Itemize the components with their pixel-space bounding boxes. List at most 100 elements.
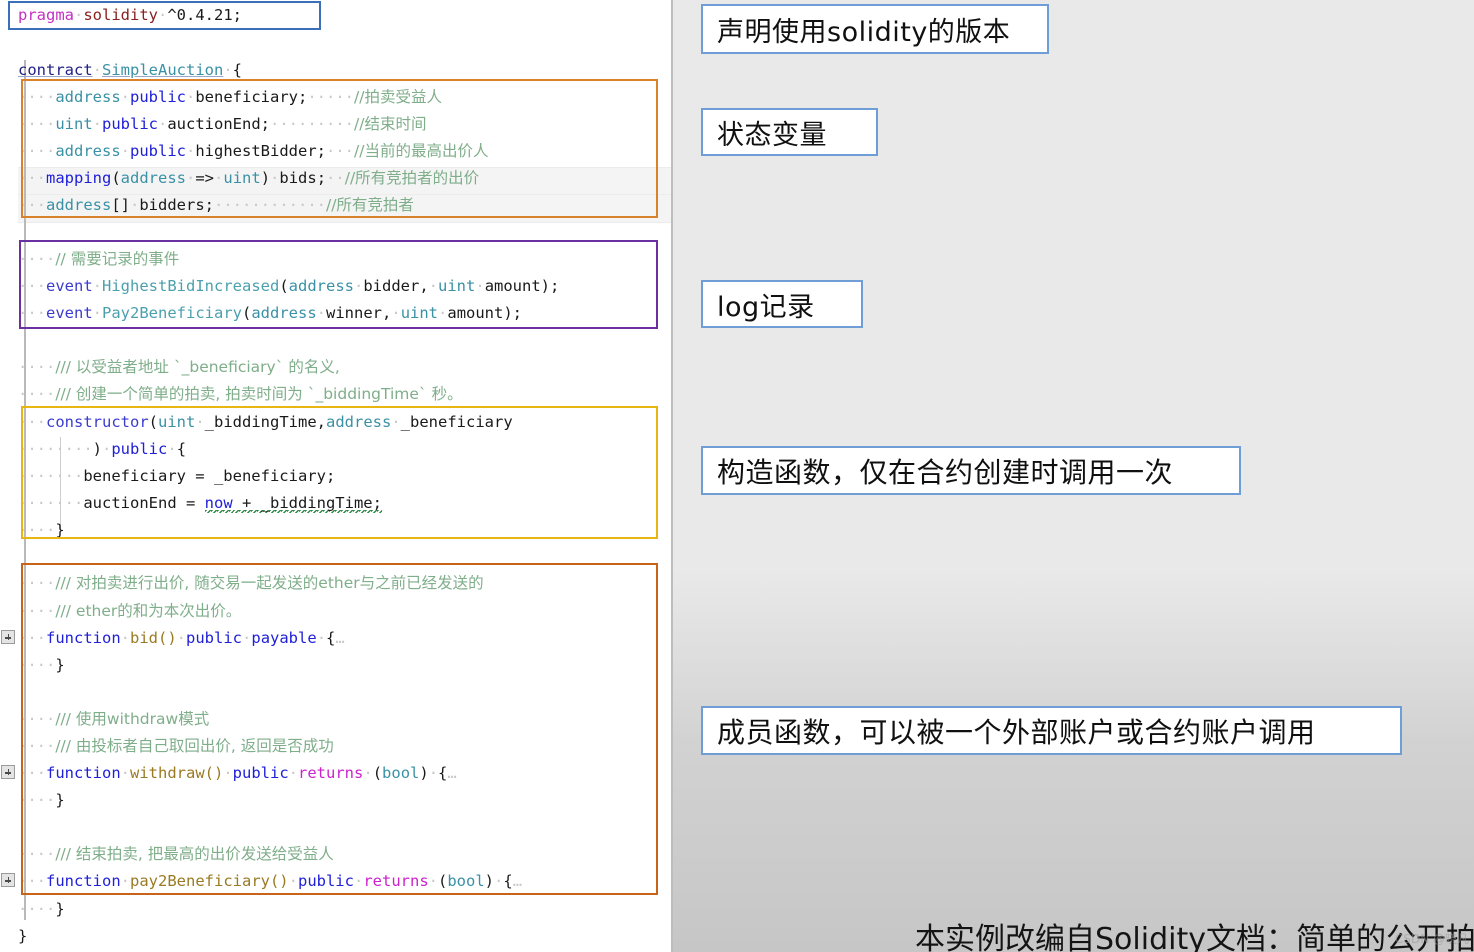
code-line-contract: contract·SimpleAuction·{	[18, 61, 243, 79]
token-type-address: address	[251, 304, 317, 322]
code-line-contract-close: }	[18, 923, 673, 950]
token-event-name-highestbidincreased: HighestBidIncreased	[102, 277, 280, 295]
comment-bids: //所有竞拍者的出价	[344, 169, 480, 187]
code-line-function-bid: ···function·bid()·public·payable·{…	[18, 629, 345, 647]
annotation-state-vars[interactable]: 状态变量	[701, 108, 878, 156]
token-type-uint: uint	[438, 277, 476, 295]
annotation-constructor[interactable]: 构造函数，仅在合约创建时调用一次	[701, 446, 1241, 495]
token-brace-close: }	[18, 927, 28, 945]
slide-caption: 本实例改编自Solidity文档：简单的公开拍卖	[915, 922, 1474, 952]
fold-marker-pay2beneficiary[interactable]	[1, 873, 15, 887]
token-type-address: address	[326, 413, 392, 431]
code-line-ctor-close: ····}	[18, 521, 65, 539]
token-brace-open: {	[326, 629, 336, 647]
code-line-highestbidder: ····address·public·highestBidder;···//当前…	[18, 142, 489, 160]
token-var-beneficiary: beneficiary;	[195, 88, 308, 106]
token-brace-open: {	[503, 872, 513, 890]
token-param-biddingtime: _biddingTime,	[204, 413, 326, 431]
token-fn-withdraw: withdraw()	[130, 764, 224, 782]
token-param-beneficiary: _beneficiary	[400, 413, 513, 431]
code-line-assign-auctionend: ·······auctionEnd = now + _biddingTime;	[18, 494, 382, 513]
token-function: function	[46, 764, 121, 782]
token-param-winner: winner,	[326, 304, 392, 322]
token-brace-open: {	[232, 61, 243, 79]
token-public: public	[130, 88, 186, 106]
comment-bid2: /// ether的和为本次出价。	[55, 602, 242, 620]
token-collapsed-body[interactable]: …	[447, 764, 456, 782]
token-collapsed-body[interactable]: …	[335, 629, 344, 647]
code-line-auctionend: ····uint·public·auctionEnd;·········//结束…	[18, 115, 427, 133]
code-line-event-pay2beneficiary: ···event·Pay2Beneficiary(address·winner,…	[18, 304, 523, 322]
slide-root: pragma·solidity·^0.4.21; contract·Simple…	[0, 0, 1474, 952]
token-public: public	[232, 764, 289, 782]
comment-pay1: /// 结束拍卖, 把最高的出价发送给受益人	[55, 845, 334, 863]
token-returns: returns	[363, 872, 429, 890]
token-type-address: address	[46, 196, 112, 214]
annotation-constructor-label: 构造函数，仅在合约创建时调用一次	[717, 455, 1174, 489]
token-type-address: address	[55, 142, 121, 160]
token-now: now	[204, 494, 233, 513]
comment-withdraw2: /// 由投标者自己取回出价, 返回是否成功	[55, 737, 334, 755]
token-type-bool: bool	[382, 764, 420, 782]
token-pragma: pragma	[18, 6, 74, 24]
comment-auctionend: //结束时间	[354, 115, 427, 133]
fold-marker-bid[interactable]	[1, 630, 15, 644]
token-constructor: constructor	[46, 413, 149, 431]
code-line-ctor-public: ········)·public·{	[18, 440, 187, 458]
comment-highestbidder: //当前的最高出价人	[354, 142, 489, 160]
code-line-function-pay2beneficiary: ···function·pay2Beneficiary()·public·ret…	[18, 872, 523, 890]
code-line-constructor: ···constructor(uint·_biddingTime,address…	[18, 413, 513, 431]
code-line-bids: ···mapping(address·=>·uint)·bids;··//所有竞…	[18, 169, 480, 187]
token-public: public	[186, 629, 243, 647]
annotation-log-label: log记录	[717, 291, 815, 323]
editor-gutter	[0, 0, 18, 952]
comment-bidders: //所有竞拍者	[325, 196, 414, 214]
code-line-comment-bid2: ····/// ether的和为本次出价。	[18, 602, 242, 620]
token-type-uint: uint	[55, 115, 93, 133]
code-line-assign-beneficiary: ·······beneficiary = _beneficiary;	[18, 467, 336, 485]
comment-ctor1: /// 以受益者地址 `_beneficiary` 的名义,	[55, 358, 340, 376]
annotation-log[interactable]: log记录	[701, 280, 863, 328]
token-returns: returns	[298, 764, 364, 782]
annotation-version-label: 声明使用solidity的版本	[717, 16, 1011, 48]
code-editor-panel[interactable]: pragma·solidity·^0.4.21; contract·Simple…	[0, 0, 673, 952]
token-type-address: address	[288, 277, 354, 295]
code-line-beneficiary: ····address·public·beneficiary;·····//拍卖…	[18, 88, 442, 106]
token-event: event	[46, 277, 93, 295]
token-var-auctionend: auctionEnd;	[167, 115, 270, 133]
token-public: public	[102, 115, 158, 133]
code-line-pay-close: ····}	[18, 900, 65, 918]
token-brace-close: }	[55, 791, 65, 809]
token-contract-keyword: contract	[18, 61, 93, 79]
annotation-member-funcs[interactable]: 成员函数，可以被一个外部账户或合约账户调用	[701, 706, 1402, 755]
code-line-pragma: pragma·solidity·^0.4.21;	[18, 6, 242, 24]
annotation-member-funcs-label: 成员函数，可以被一个外部账户或合约账户调用	[717, 715, 1316, 749]
annotation-state-vars-label: 状态变量	[717, 119, 827, 151]
code-text[interactable]: pragma·solidity·^0.4.21; contract·Simple…	[18, 0, 673, 952]
token-public: public	[297, 872, 354, 890]
token-function: function	[46, 629, 121, 647]
comment-bid1: /// 对拍卖进行出价, 随交易一起发送的ether与之前已经发送的	[55, 574, 484, 592]
token-param-bidder: bidder,	[363, 277, 429, 295]
code-line-comment-pay1: ····/// 结束拍卖, 把最高的出价发送给受益人	[18, 845, 334, 863]
comment-events: // 需要记录的事件	[55, 250, 180, 268]
code-line-comment-withdraw1: ····/// 使用withdraw模式	[18, 710, 210, 728]
token-brace-close: }	[55, 656, 65, 674]
code-line-comment-withdraw2: ····/// 由投标者自己取回出价, 返回是否成功	[18, 737, 334, 755]
token-collapsed-body[interactable]: …	[513, 872, 522, 890]
code-line-withdraw-close: ····}	[18, 791, 65, 809]
token-mapping: mapping	[46, 169, 112, 187]
code-line-comment-events: ····// 需要记录的事件	[18, 250, 180, 268]
comment-ctor2: /// 创建一个简单的拍卖, 拍卖时间为 `_biddingTime` 秒。	[55, 385, 463, 403]
code-line-event-highestbid: ···event·HighestBidIncreased(address·bid…	[18, 277, 560, 295]
code-line-function-withdraw: ···function·withdraw()·public·returns·(b…	[18, 764, 457, 782]
token-var-bidders: bidders;	[139, 196, 214, 214]
statement-beneficiary-assign: beneficiary = _beneficiary;	[83, 467, 336, 485]
annotation-version[interactable]: 声明使用solidity的版本	[701, 4, 1049, 54]
fold-marker-withdraw[interactable]	[1, 765, 15, 779]
code-line-bid-close: ····}	[18, 656, 65, 674]
token-type-uint: uint	[223, 169, 261, 187]
token-type-uint: uint	[400, 304, 439, 322]
token-brace-open: {	[176, 440, 187, 458]
token-brace-close: }	[55, 521, 65, 539]
